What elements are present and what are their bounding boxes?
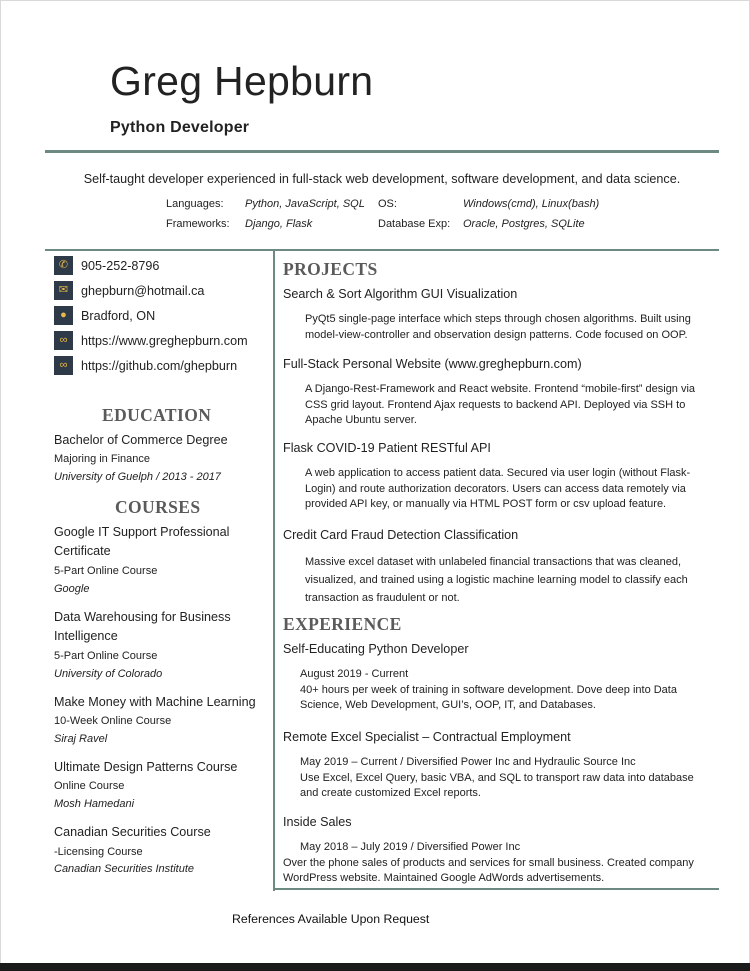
os-label: OS: xyxy=(378,198,397,210)
job-date: August 2019 - Current xyxy=(300,668,409,680)
contact-email[interactable]: ✉ ghepburn@hotmail.ca xyxy=(54,281,204,300)
course-provider: Google xyxy=(54,583,90,595)
description-line: Over the phone sales of products and ser… xyxy=(283,856,694,869)
project-description: PyQt5 single-page interface which steps … xyxy=(305,312,691,343)
course-detail: 5-Part Online Course xyxy=(54,650,158,662)
description-line: visualized, and trained using a logistic… xyxy=(305,574,688,586)
contact-location: ● Bradford, ON xyxy=(54,306,155,325)
education-degree: Bachelor of Commerce Degree xyxy=(54,433,228,447)
contact-github[interactable]: ∞ https://github.com/ghepburn xyxy=(54,356,237,375)
education-school: University of Guelph / 2013 - 2017 xyxy=(54,471,221,483)
candidate-name: Greg Hepburn xyxy=(110,58,374,104)
course-provider: Mosh Hamedani xyxy=(54,798,135,810)
course-detail: 5-Part Online Course xyxy=(54,565,158,577)
os-value: Windows(cmd), Linux(bash) xyxy=(463,198,600,210)
project-description: Massive excel dataset with unlabeled fin… xyxy=(305,553,688,607)
description-line: and create customized Excel reports. xyxy=(300,787,481,799)
description-line: A Django-Rest-Framework and React websit… xyxy=(305,383,696,395)
project-title: Search & Sort Algorithm GUI Visualizatio… xyxy=(283,287,518,301)
description-line: PyQt5 single-page interface which steps … xyxy=(305,313,691,325)
languages-label: Languages: xyxy=(166,198,224,210)
job-title: Python Developer xyxy=(110,119,250,136)
course-detail: 10-Week Online Course xyxy=(54,715,172,727)
section-divider xyxy=(45,249,719,251)
job-description: May 2019 – Current / Diversified Power I… xyxy=(300,755,694,802)
contact-website[interactable]: ∞ https://www.greghepburn.com xyxy=(54,331,248,350)
contact-location-text: Bradford, ON xyxy=(81,308,156,323)
projects-heading: PROJECTS xyxy=(283,259,378,279)
description-line: Use Excel, Excel Query, basic VBA, and S… xyxy=(300,771,694,784)
database-value: Oracle, Postgres, SQLite xyxy=(463,218,585,230)
bottom-divider xyxy=(273,888,719,890)
course-title: Google IT Support Professional xyxy=(54,525,230,539)
contact-email-text: ghepburn@hotmail.ca xyxy=(81,283,205,298)
job-description: August 2019 - Current 40+ hours per week… xyxy=(300,667,677,714)
education-major: Majoring in Finance xyxy=(54,453,150,465)
description-line: Science, Web Development, GUI’s, OOP, IT… xyxy=(300,699,596,711)
job-title-entry: Inside Sales xyxy=(283,815,352,829)
course-detail: -Licensing Course xyxy=(54,846,143,858)
course-provider: Siraj Ravel xyxy=(54,733,108,745)
job-title-entry: Self-Educating Python Developer xyxy=(283,642,469,656)
job-title-entry: Remote Excel Specialist – Contractual Em… xyxy=(283,730,571,744)
languages-value: Python, JavaScript, SQL xyxy=(245,198,365,210)
courses-heading: COURSES xyxy=(115,497,201,517)
education-heading: EDUCATION xyxy=(102,405,212,425)
description-line: provided API key, or manually via HTML P… xyxy=(305,498,667,510)
contact-phone[interactable]: ✆ 905-252-8796 xyxy=(54,256,159,275)
description-line: Login) and route authorization decorator… xyxy=(305,482,686,495)
course-title: Canadian Securities Course xyxy=(54,825,211,839)
location-pin-icon: ● xyxy=(54,306,73,325)
contact-phone-text: 905-252-8796 xyxy=(81,258,160,273)
envelope-icon: ✉ xyxy=(54,281,73,300)
frameworks-value: Django, Flask xyxy=(245,218,313,230)
description-line: Apache Ubuntu server. xyxy=(305,414,417,426)
project-title: Flask COVID-19 Patient RESTful API xyxy=(283,441,491,455)
course-provider: University of Colorado xyxy=(54,668,163,680)
phone-icon: ✆ xyxy=(54,256,73,275)
header-divider xyxy=(45,150,719,153)
experience-heading: EXPERIENCE xyxy=(283,614,402,634)
course-title: Intelligence xyxy=(54,629,118,643)
description-line: transaction as fraudulent or not. xyxy=(305,592,460,604)
course-provider: Canadian Securities Institute xyxy=(54,863,195,875)
bottom-bar xyxy=(0,963,750,971)
description-line: Massive excel dataset with unlabeled fin… xyxy=(305,556,682,568)
link-icon: ∞ xyxy=(54,331,73,350)
link-icon: ∞ xyxy=(54,356,73,375)
course-title: Make Money with Machine Learning xyxy=(54,695,256,709)
project-title: Credit Card Fraud Detection Classificati… xyxy=(283,528,519,542)
course-title: Certificate xyxy=(54,544,111,558)
job-description: May 2018 – July 2019 / Diversified Power… xyxy=(283,840,694,887)
description-line: CSS grid layout. Frontend Ajax requests … xyxy=(305,398,686,411)
summary: Self-taught developer experienced in ful… xyxy=(83,172,681,186)
project-description: A web application to access patient data… xyxy=(305,466,690,513)
frameworks-label: Frameworks: xyxy=(166,218,230,230)
job-date: May 2019 – Current / Diversified Power I… xyxy=(300,756,636,768)
column-divider xyxy=(273,249,275,891)
project-title: Full-Stack Personal Website (www.greghep… xyxy=(283,357,582,371)
database-label: Database Exp: xyxy=(378,218,451,230)
course-detail: Online Course xyxy=(54,780,125,792)
description-line: model-view-controller and observation de… xyxy=(305,328,688,341)
contact-github-text: https://github.com/ghepburn xyxy=(81,358,238,373)
description-line: A web application to access patient data… xyxy=(305,467,691,479)
course-title: Ultimate Design Patterns Course xyxy=(54,760,238,774)
description-line: WordPress website. Maintained Google AdW… xyxy=(283,872,605,884)
job-date: May 2018 – July 2019 / Diversified Power… xyxy=(300,841,521,853)
course-title: Data Warehousing for Business xyxy=(54,610,231,624)
references-note: References Available Upon Request xyxy=(232,912,430,926)
description-line: 40+ hours per week of training in softwa… xyxy=(300,683,677,696)
contact-website-text: https://www.greghepburn.com xyxy=(81,333,248,348)
project-description: A Django-Rest-Framework and React websit… xyxy=(305,382,695,429)
